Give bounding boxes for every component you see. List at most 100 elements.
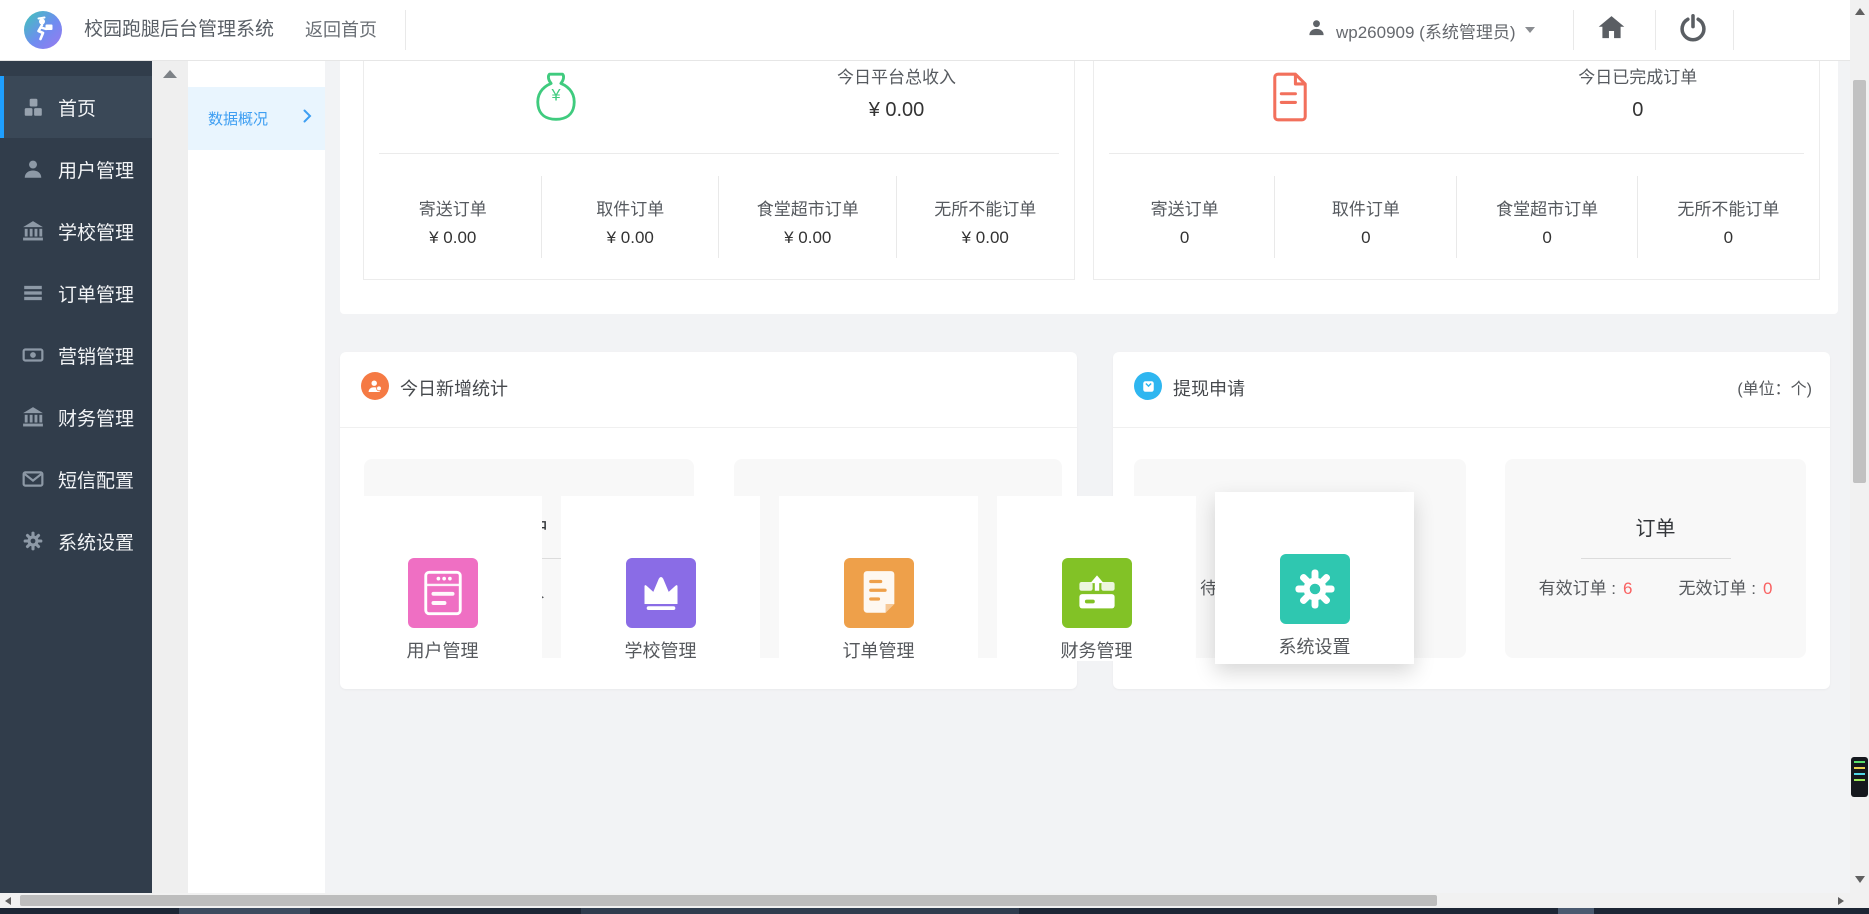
shortcut-label: 用户管理 bbox=[406, 641, 479, 661]
shortcut-label: 订单管理 bbox=[842, 641, 915, 661]
sidebar-item-label: 学校管理 bbox=[58, 222, 135, 244]
money-bill-icon bbox=[22, 344, 44, 366]
sidebar-item-marketing[interactable]: 营销管理 bbox=[0, 324, 152, 386]
sidebar-item-schools[interactable]: 学校管理 bbox=[0, 200, 152, 262]
main-sidebar: 首页 用户管理 学校管理 订单管理 营销管理 财务管理 短信配置 系统设置 bbox=[0, 60, 152, 893]
unit-note: (单位：个) bbox=[1737, 381, 1812, 398]
sidebar-item-sms[interactable]: 短信配置 bbox=[0, 448, 152, 510]
vertical-scrollbar[interactable] bbox=[1850, 0, 1869, 908]
stat-value: ¥ 0.00 bbox=[868, 99, 925, 121]
document-lines-icon bbox=[843, 558, 914, 628]
sidebar-item-label: 营销管理 bbox=[58, 346, 135, 368]
sidebar-item-label: 财务管理 bbox=[58, 408, 135, 430]
scroll-left-arrow-icon[interactable] bbox=[5, 897, 11, 905]
card-title: 提现申请 bbox=[1173, 379, 1245, 399]
sidebar-item-home[interactable]: 首页 bbox=[0, 76, 152, 138]
sidebar-item-label: 订单管理 bbox=[58, 284, 135, 306]
user-icon bbox=[1307, 18, 1326, 42]
sidebar-item-label: 短信配置 bbox=[58, 470, 135, 492]
sidebar-item-label: 系统设置 bbox=[58, 532, 135, 554]
substat-canteen-orders: 食堂超市订单 0 bbox=[1457, 154, 1639, 280]
withdraw-orders-box: 订单 有效订单 :6 无效订单 :0 bbox=[1505, 459, 1806, 658]
submenu-item-data-overview[interactable]: 数据概况 bbox=[188, 87, 325, 150]
message-bag-icon bbox=[1134, 372, 1162, 400]
stat-title: 今日平台总收入 bbox=[837, 68, 956, 87]
scroll-up-arrow-icon[interactable] bbox=[163, 70, 177, 78]
substat-canteen-orders: 食堂超市订单 ¥ 0.00 bbox=[719, 154, 897, 280]
substat-send-orders: 寄送订单 ¥ 0.00 bbox=[364, 154, 542, 280]
home-button[interactable] bbox=[1586, 0, 1636, 60]
finance-box-icon bbox=[1061, 558, 1132, 628]
header-divider bbox=[1573, 10, 1574, 50]
card-title: 今日新增统计 bbox=[400, 379, 508, 399]
user-menu[interactable]: wp260909 (系统管理员) bbox=[1307, 0, 1535, 60]
shortcut-system-settings[interactable]: 系统设置 bbox=[1215, 492, 1414, 664]
scroll-right-arrow-icon[interactable] bbox=[1838, 897, 1844, 905]
substat-pickup-orders: 取件订单 0 bbox=[1275, 154, 1457, 280]
chevron-right-icon bbox=[303, 109, 312, 128]
header-divider bbox=[1655, 10, 1656, 50]
document-icon bbox=[1270, 72, 1310, 127]
list-icon bbox=[22, 282, 44, 304]
completed-orders-stat-card: 今日已完成订单 0 寄送订单 0 取件订单 0 食堂超市订单 0 无所不能订单 … bbox=[1093, 60, 1820, 280]
submenu-scrollbar[interactable] bbox=[152, 60, 188, 893]
income-stat-card: ¥ 今日平台总收入 ¥ 0.00 寄送订单 ¥ 0.00 取件订单 ¥ 0.00… bbox=[363, 60, 1075, 280]
app-logo[interactable] bbox=[24, 11, 62, 49]
user-panel-icon bbox=[407, 558, 478, 628]
sidebar-item-settings[interactable]: 系统设置 bbox=[0, 510, 152, 572]
substat-send-orders: 寄送订单 0 bbox=[1094, 154, 1276, 280]
stat-value: 0 bbox=[1632, 99, 1644, 121]
svg-text:¥: ¥ bbox=[550, 86, 561, 104]
divider bbox=[1580, 558, 1731, 559]
header-divider bbox=[1733, 10, 1734, 50]
person-badge-icon bbox=[361, 372, 389, 400]
logout-button[interactable] bbox=[1668, 0, 1718, 60]
sidebar-item-finance[interactable]: 财务管理 bbox=[0, 386, 152, 448]
invalid-orders-count: 0 bbox=[1762, 579, 1773, 598]
sidebar-item-label: 首页 bbox=[58, 98, 97, 120]
shortcut-label: 财务管理 bbox=[1060, 641, 1133, 661]
sidebar-item-label: 用户管理 bbox=[58, 160, 135, 182]
header-divider bbox=[405, 10, 406, 50]
top-header: 校园跑腿后台管理系统 返回首页 wp260909 (系统管理员) bbox=[0, 0, 1850, 61]
sidebar-item-users[interactable]: 用户管理 bbox=[0, 138, 152, 200]
bank-icon bbox=[22, 406, 44, 428]
scroll-down-arrow-icon[interactable] bbox=[1854, 876, 1865, 883]
shortcut-label: 学校管理 bbox=[624, 641, 697, 661]
envelope-icon bbox=[22, 468, 44, 490]
gear-icon bbox=[22, 530, 44, 552]
shortcut-school-management[interactable]: 学校管理 bbox=[561, 496, 760, 661]
crown-icon bbox=[625, 558, 696, 628]
shortcut-label: 系统设置 bbox=[1278, 637, 1351, 657]
floating-widget[interactable] bbox=[1851, 757, 1868, 797]
app-root: 校园跑腿后台管理系统 返回首页 wp260909 (系统管理员) 首页 用户管理… bbox=[0, 0, 1869, 914]
horizontal-scrollbar[interactable] bbox=[0, 893, 1850, 908]
gear-icon bbox=[1279, 554, 1350, 624]
power-icon bbox=[1678, 13, 1708, 48]
cubes-icon bbox=[22, 96, 44, 118]
stat-title: 今日已完成订单 bbox=[1578, 68, 1698, 87]
substat-anything-orders: 无所不能订单 0 bbox=[1677, 200, 1780, 247]
shortcut-user-management[interactable]: 用户管理 bbox=[343, 496, 542, 661]
sidebar-item-orders[interactable]: 订单管理 bbox=[0, 262, 152, 324]
runner-logo-icon bbox=[30, 15, 56, 46]
shortcut-finance-management[interactable]: 财务管理 bbox=[997, 496, 1196, 661]
vertical-scrollbar-thumb[interactable] bbox=[1853, 80, 1866, 483]
user-icon bbox=[22, 158, 44, 180]
horizontal-scrollbar-thumb[interactable] bbox=[20, 895, 1437, 906]
page-title: 校园跑腿后台管理系统 bbox=[84, 19, 275, 40]
back-home-link[interactable]: 返回首页 bbox=[305, 0, 377, 60]
overview-panel: ¥ 今日平台总收入 ¥ 0.00 寄送订单 ¥ 0.00 取件订单 ¥ 0.00… bbox=[340, 60, 1838, 314]
submenu-item-label: 数据概况 bbox=[208, 111, 269, 128]
shortcut-order-management[interactable]: 订单管理 bbox=[779, 496, 978, 661]
bottom-edge-strip bbox=[0, 908, 1869, 914]
username-label: wp260909 (系统管理员) bbox=[1336, 22, 1516, 42]
substat-anything-orders: 无所不能订单 ¥ 0.00 bbox=[934, 200, 1037, 247]
chevron-down-icon bbox=[1524, 27, 1535, 33]
submenu-panel: 数据概况 bbox=[188, 60, 325, 893]
scroll-up-arrow-icon[interactable] bbox=[1854, 8, 1865, 15]
home-icon bbox=[1597, 14, 1626, 46]
substat-pickup-orders: 取件订单 ¥ 0.00 bbox=[542, 154, 720, 280]
valid-orders-count: 6 bbox=[1623, 579, 1633, 598]
main-content: ¥ 今日平台总收入 ¥ 0.00 寄送订单 ¥ 0.00 取件订单 ¥ 0.00… bbox=[325, 60, 1850, 893]
